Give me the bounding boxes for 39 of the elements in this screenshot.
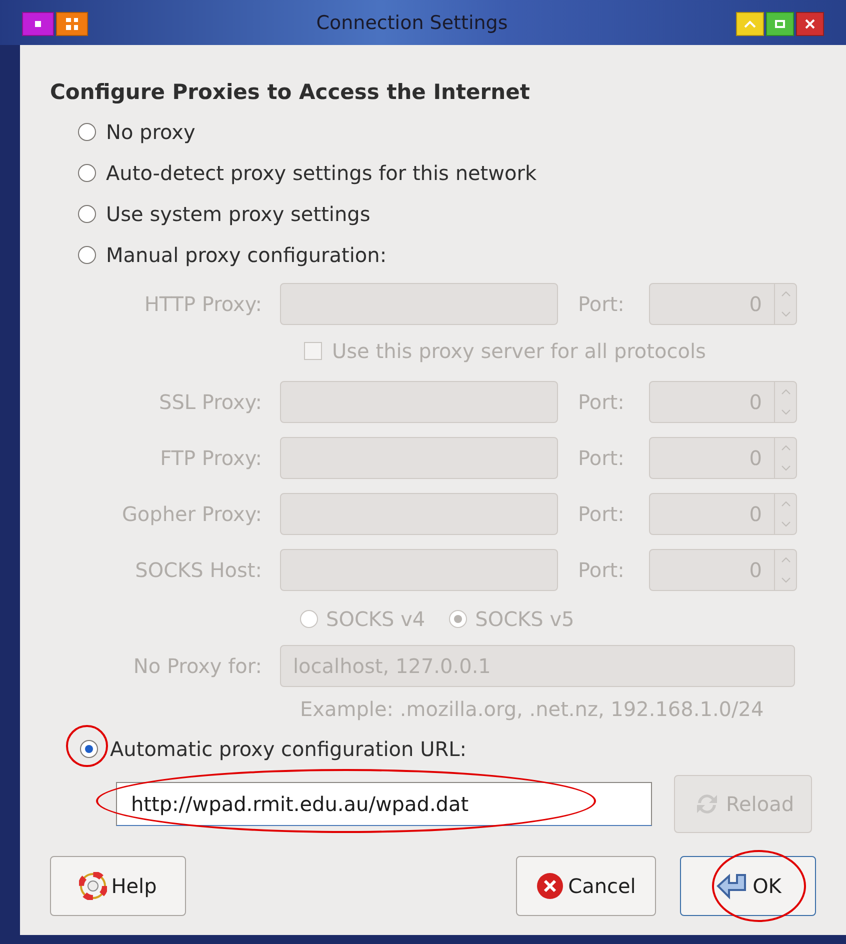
section-heading: Configure Proxies to Access the Internet — [50, 79, 531, 106]
radio-label[interactable]: Manual proxy configuration: — [106, 240, 387, 270]
radio-label[interactable]: Auto-detect proxy settings for this network — [106, 158, 537, 188]
radio-button[interactable] — [80, 740, 98, 758]
maximize-button[interactable] — [766, 12, 794, 36]
field-label: Gopher Proxy: — [120, 501, 263, 528]
enter-arrow-icon — [714, 872, 749, 900]
help-button[interactable]: Help — [50, 856, 186, 916]
annotation-ring — [66, 725, 108, 767]
field-label: SSL Proxy: — [158, 389, 263, 416]
lifebuoy-icon — [79, 872, 108, 900]
window-menu-icon[interactable] — [22, 12, 54, 36]
close-icon — [536, 872, 564, 900]
field-label: HTTP Proxy: — [143, 291, 263, 318]
field-label: No Proxy for: — [132, 653, 263, 680]
radio-label[interactable]: Use system proxy settings — [106, 198, 370, 228]
minimize-button[interactable] — [736, 12, 764, 36]
radio-button[interactable] — [78, 246, 96, 264]
radio-label[interactable]: Automatic proxy configuration URL: — [110, 734, 466, 764]
field-label: SOCKS Host: — [134, 557, 263, 584]
window-title: Connection Settings — [315, 11, 509, 36]
close-button[interactable] — [796, 12, 824, 36]
example-hint: Example: .mozilla.org, .net.nz, 192.168.1.0/24 — [299, 696, 765, 723]
close-icon — [805, 18, 815, 28]
radio-button[interactable] — [78, 204, 96, 222]
radio-button[interactable] — [78, 164, 96, 182]
url-field[interactable]: http://wpad.rmit.edu.au/wpad.dat — [116, 782, 652, 826]
field-label: FTP Proxy: — [159, 445, 263, 472]
radio-button[interactable] — [78, 122, 96, 140]
ok-button[interactable]: OK — [680, 856, 816, 916]
port-label: Port: — [577, 291, 626, 318]
grid-icon[interactable] — [56, 12, 88, 36]
port-label: Port: — [577, 445, 626, 472]
port-label: Port: — [577, 389, 626, 416]
radio-label[interactable]: No proxy — [106, 116, 196, 146]
caret-up-icon — [744, 20, 756, 28]
port-label: Port: — [577, 501, 626, 528]
port-label: Port: — [577, 557, 626, 584]
cancel-button[interactable]: Cancel — [516, 856, 656, 916]
